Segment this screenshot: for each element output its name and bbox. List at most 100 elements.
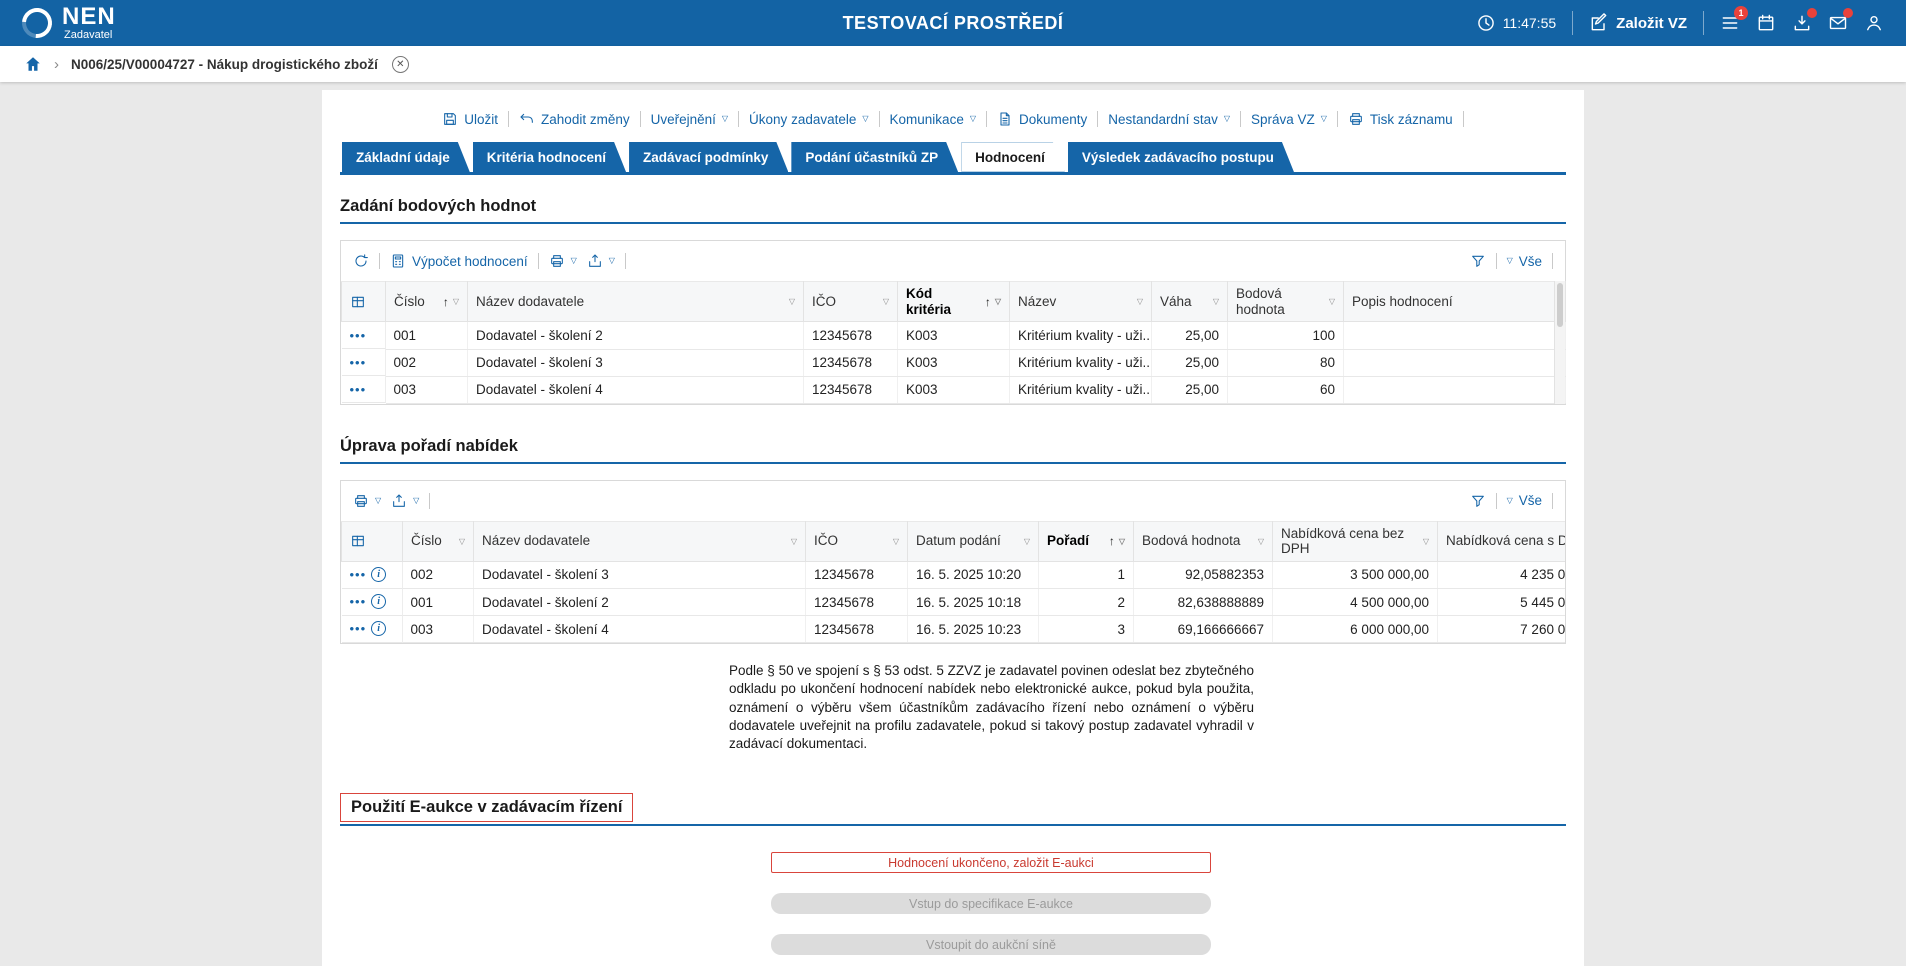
communication-menu[interactable]: Komunikace ▽ [890,112,976,127]
refresh-button[interactable] [353,253,369,269]
table-cell: 12345678 [806,589,908,616]
save-button[interactable]: Uložit [442,111,498,127]
filter-caret-icon[interactable]: ▽ [459,537,465,546]
col-cena-bez-dph[interactable]: Nabídková cena bez DPH▽ [1273,521,1438,561]
table-row[interactable]: •••i002Dodavatel - školení 31234567816. … [342,561,1566,589]
col-datum-podani[interactable]: Datum podání▽ [908,521,1039,561]
vz-administration-menu[interactable]: Správa VZ ▽ [1251,112,1327,127]
col-nazev-dodavatele[interactable]: Název dodavatele▽ [468,282,804,322]
enter-auction-hall-button: Vstoupit do aukční síně [771,934,1211,955]
col-cena-s-dph[interactable]: Nabídková cena s DPH [1438,521,1566,561]
calendar-icon [1756,13,1776,33]
filter-caret-icon[interactable]: ▽ [1213,297,1219,306]
col-bodova-hodnota[interactable]: Bodová hodnota▽ [1228,282,1344,322]
table-row[interactable]: •••i001Dodavatel - školení 21234567816. … [342,589,1566,616]
breadcrumb-item[interactable]: N006/25/V00004727 - Nákup drogistického … [71,57,378,72]
col-cislo[interactable]: Číslo▽ [403,521,474,561]
view-all-selector[interactable]: ▽ Vše [1507,254,1542,269]
col-kod-kriteria[interactable]: Kód kritéria↑▽ [898,282,1010,322]
close-record-icon[interactable]: ✕ [392,56,409,73]
column-chooser[interactable] [342,521,403,561]
table-scrollbar[interactable] [1554,281,1565,404]
print-record-button[interactable]: Tisk záznamu [1348,111,1453,127]
filter-button[interactable] [1470,253,1486,269]
filter-caret-icon[interactable]: ▽ [995,297,1001,306]
filter-button[interactable] [1470,493,1486,509]
col-cislo[interactable]: Číslo↑▽ [386,282,468,322]
compute-evaluation-button[interactable]: Výpočet hodnocení [390,253,528,269]
col-poradi[interactable]: Pořadí↑▽ [1039,521,1134,561]
filter-caret-icon[interactable]: ▽ [883,297,889,306]
filter-caret-icon[interactable]: ▽ [789,297,795,306]
record-toolbar: Uložit Zahodit změny Uveřejnění ▽ Úkony … [340,102,1566,136]
downloads-button[interactable] [1792,13,1812,33]
table-row[interactable]: •••003Dodavatel - školení 412345678K003K… [342,376,1566,403]
filter-caret-icon[interactable]: ▽ [1423,537,1429,546]
table-row[interactable]: •••i003Dodavatel - školení 41234567816. … [342,616,1566,643]
col-nazev[interactable]: Název▽ [1010,282,1152,322]
col-popis-hodnoceni[interactable]: Popis hodnocení [1344,282,1566,322]
filter-caret-icon[interactable]: ▽ [1024,537,1030,546]
chevron-down-icon: ▽ [413,497,419,505]
export-grid-button[interactable]: ▽ [587,253,615,269]
tab-podani-ucastniku[interactable]: Podání účastníků ZP [791,142,958,172]
create-vz-button[interactable]: Založit VZ [1589,13,1687,33]
col-nazev-dodavatele[interactable]: Název dodavatele▽ [474,521,806,561]
publication-menu[interactable]: Uveřejnění ▽ [651,112,728,127]
section-title: Zadání bodových hodnot [340,197,536,216]
export-grid-button[interactable]: ▽ [391,493,419,509]
table-cell [1344,349,1566,376]
table-cell: 16. 5. 2025 10:23 [908,616,1039,643]
tab-vysledek-postupu[interactable]: Výsledek zadávacího postupu [1068,142,1294,172]
scoring-table: Číslo↑▽ Název dodavatele▽ IČO▽ Kód krité… [341,281,1566,404]
menu-button[interactable]: 1 [1720,13,1740,33]
row-actions-cell: ••• i [342,589,403,616]
filter-caret-icon[interactable]: ▽ [1137,297,1143,306]
column-chooser[interactable] [342,282,386,322]
col-ico[interactable]: IČO▽ [806,521,908,561]
table-row[interactable]: •••002Dodavatel - školení 312345678K003K… [342,349,1566,376]
print-grid-button[interactable]: ▽ [353,493,381,509]
filter-caret-icon[interactable]: ▽ [791,537,797,546]
documents-button[interactable]: Dokumenty [997,111,1087,127]
tab-kriteria-hodnoceni[interactable]: Kritéria hodnocení [473,142,626,172]
tab-hodnoceni[interactable]: Hodnocení [961,142,1065,172]
user-profile-button[interactable] [1864,13,1884,33]
filter-caret-icon[interactable]: ▽ [893,537,899,546]
row-menu-icon[interactable]: ••• [350,622,367,635]
breadcrumb: › N006/25/V00004727 - Nákup drogistickéh… [0,46,1906,82]
row-menu-icon[interactable]: ••• [350,383,367,396]
filter-caret-icon[interactable]: ▽ [1119,537,1125,546]
col-ico[interactable]: IČO▽ [804,282,898,322]
nen-logo[interactable]: NEN Zadavatel [22,5,116,41]
row-menu-icon[interactable]: ••• [350,356,367,369]
messages-button[interactable] [1828,13,1848,33]
col-vaha[interactable]: Váha▽ [1152,282,1228,322]
row-menu-icon[interactable]: ••• [350,329,367,342]
table-cell: 6 000 000,00 [1273,616,1438,643]
home-icon[interactable] [24,55,42,73]
tab-zakladni-udaje[interactable]: Základní údaje [342,142,470,172]
row-info-icon[interactable]: i [371,594,386,609]
discard-changes-button[interactable]: Zahodit změny [519,111,630,127]
view-all-selector[interactable]: ▽ Vše [1507,493,1542,508]
filter-caret-icon[interactable]: ▽ [453,297,459,306]
create-eauction-button[interactable]: Hodnocení ukončeno, založit E-aukci [771,852,1211,873]
row-info-icon[interactable]: i [371,567,386,582]
tab-zadavaci-podminky[interactable]: Zadávací podmínky [629,142,788,172]
filter-caret-icon[interactable]: ▽ [1329,297,1335,306]
calendar-button[interactable] [1756,13,1776,33]
table-cell: 100 [1228,322,1344,350]
filter-caret-icon[interactable]: ▽ [1258,537,1264,546]
chevron-down-icon: ▽ [862,115,868,123]
row-menu-icon[interactable]: ••• [350,595,367,608]
contracting-actions-menu[interactable]: Úkony zadavatele ▽ [749,112,868,127]
scrollbar-thumb[interactable] [1557,283,1563,327]
row-menu-icon[interactable]: ••• [350,568,367,581]
nonstandard-state-menu[interactable]: Nestandardní stav ▽ [1108,112,1230,127]
print-grid-button[interactable]: ▽ [549,253,577,269]
col-bodova-hodnota[interactable]: Bodová hodnota▽ [1134,521,1273,561]
tab-bar: Základní údaje Kritéria hodnocení Zadáva… [340,142,1566,175]
row-info-icon[interactable]: i [371,621,386,636]
table-row[interactable]: •••001Dodavatel - školení 212345678K003K… [342,322,1566,350]
